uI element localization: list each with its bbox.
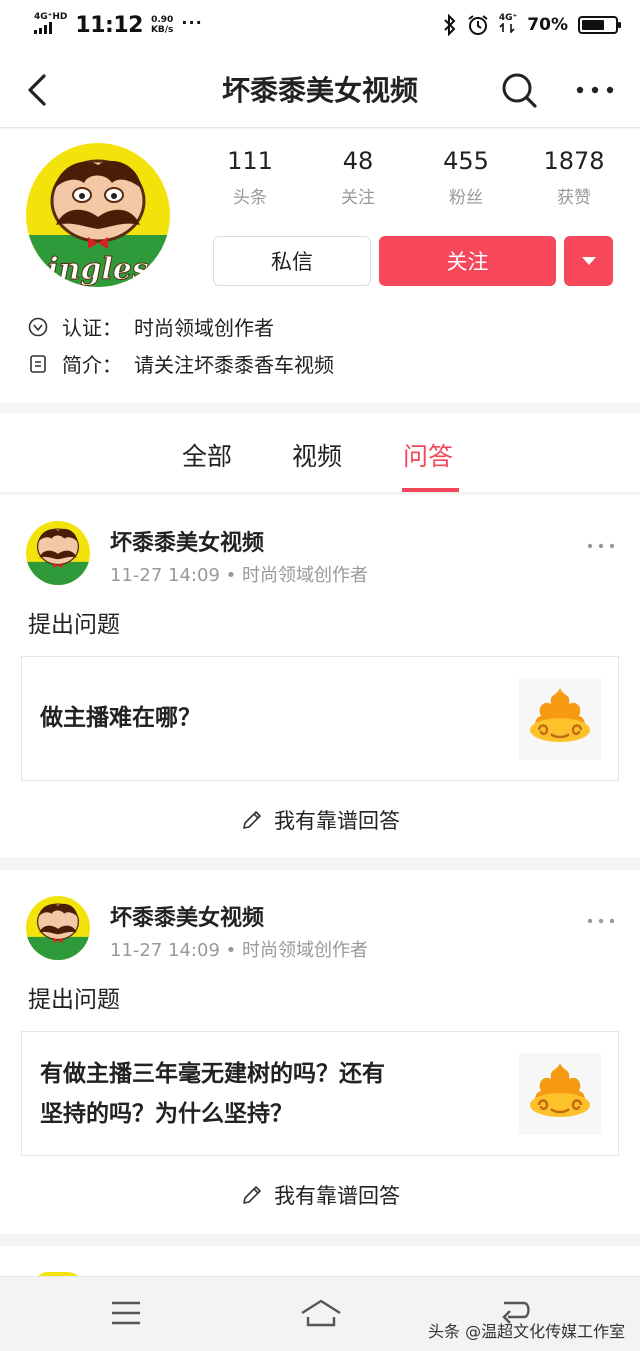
top-navigation-bar: 坏黍黍美女视频 (0, 50, 640, 128)
menu-icon[interactable] (106, 1295, 146, 1331)
post-more-icon[interactable] (586, 916, 616, 926)
profile-avatar[interactable]: ingles (26, 143, 170, 287)
document-icon (30, 354, 46, 373)
post-meta: 11-27 14:09 • 时尚领域创作者 (110, 565, 368, 586)
author-name[interactable]: 坏黍黍美女视频 (110, 525, 264, 557)
question-thumbnail (519, 1053, 601, 1135)
stat-following[interactable]: 48 关注 (304, 147, 412, 208)
data-arrows-icon (499, 22, 515, 34)
tab-qa[interactable]: 问答 (403, 437, 453, 473)
verified-icon (28, 317, 48, 336)
golden-cloud-icon (530, 1063, 590, 1117)
tab-all[interactable]: 全部 (182, 437, 232, 473)
post-action-text: 提出问题 (28, 612, 120, 638)
status-bar: 4G⁺HD 11:12 0.90 KB/s ··· 4G⁺ 70% (0, 0, 640, 50)
post-action-text: 提出问题 (28, 987, 120, 1013)
golden-cloud-icon (530, 688, 590, 742)
more-dots-icon[interactable] (574, 76, 616, 106)
battery-percent: 70% (527, 15, 568, 35)
network-type-right: 4G⁺ (499, 14, 517, 36)
profile-stats: 111 头条 48 关注 455 粉丝 1878 获赞 (196, 147, 628, 208)
stat-articles[interactable]: 111 头条 (196, 147, 304, 208)
write-answer-button[interactable]: 我有靠谱回答 (0, 805, 640, 835)
pringles-avatar-image (26, 521, 90, 585)
bluetooth-icon (444, 14, 456, 36)
write-answer-button[interactable]: 我有靠谱回答 (0, 1180, 640, 1210)
pringles-avatar-image (26, 896, 90, 960)
stat-followers[interactable]: 455 粉丝 (412, 147, 520, 208)
caret-down-icon (581, 257, 596, 265)
battery-level (582, 20, 605, 30)
author-avatar[interactable] (26, 896, 90, 960)
tab-video[interactable]: 视频 (292, 437, 342, 473)
question-box[interactable]: 做主播难在哪？ (21, 656, 619, 781)
network-speed: 0.90 KB/s (150, 15, 174, 35)
pencil-icon (243, 811, 261, 829)
source-watermark: 头条 @温超文化传媒工作室 (428, 1322, 626, 1341)
qa-card: 坏黍黍美女视频 11-27 14:09 • 时尚领域创作者 提出问题 有做主播三… (0, 870, 640, 1234)
question-box[interactable]: 有做主播三年毫无建树的吗？还有 坚持的吗？为什么坚持？ (21, 1031, 619, 1156)
qa-card: 坏黍黍美女视频 11-27 14:09 • 时尚领域创作者 提出问题 做主播难在… (0, 495, 640, 857)
post-more-icon[interactable] (586, 541, 616, 551)
pencil-icon (243, 1186, 261, 1204)
question-text: 有做主播三年毫无建树的吗？还有 坚持的吗？为什么坚持？ (40, 1061, 385, 1127)
follow-dropdown-button[interactable] (564, 236, 613, 286)
clock: 11:12 (75, 12, 143, 38)
notification-dots: ··· (181, 12, 203, 32)
signal-indicator: 4G⁺HD (34, 13, 67, 37)
active-tab-indicator (402, 488, 459, 492)
content-tabs: 全部 视频 问答 (0, 413, 640, 493)
follow-button[interactable]: 关注 (379, 236, 556, 286)
search-icon[interactable] (498, 70, 540, 110)
battery-icon (578, 16, 621, 34)
private-message-button[interactable]: 私信 (213, 236, 371, 286)
pringles-avatar-image: ingles (26, 143, 170, 287)
page-title: 坏黍黍美女视频 (221, 73, 418, 107)
home-icon[interactable] (298, 1295, 344, 1331)
avatar-logo-text: ingles (47, 252, 149, 287)
post-meta: 11-27 14:09 • 时尚领域创作者 (110, 940, 368, 961)
question-thumbnail (519, 678, 601, 760)
back-arrow-icon[interactable] (22, 70, 58, 110)
alarm-icon (468, 15, 488, 35)
stat-likes[interactable]: 1878 获赞 (520, 147, 628, 208)
profile-header: ingles 111 头条 48 关注 455 粉丝 1878 获赞 私信 关注 (0, 129, 640, 403)
author-name[interactable]: 坏黍黍美女视频 (110, 900, 264, 932)
author-avatar[interactable] (26, 521, 90, 585)
intro-row: 简介： 请关注坏黍黍香车视频 (28, 349, 334, 378)
signal-bars-icon (34, 22, 52, 34)
question-text: 做主播难在哪？ (40, 705, 201, 731)
certification-row: 认证： 时尚领域创作者 (28, 312, 274, 341)
